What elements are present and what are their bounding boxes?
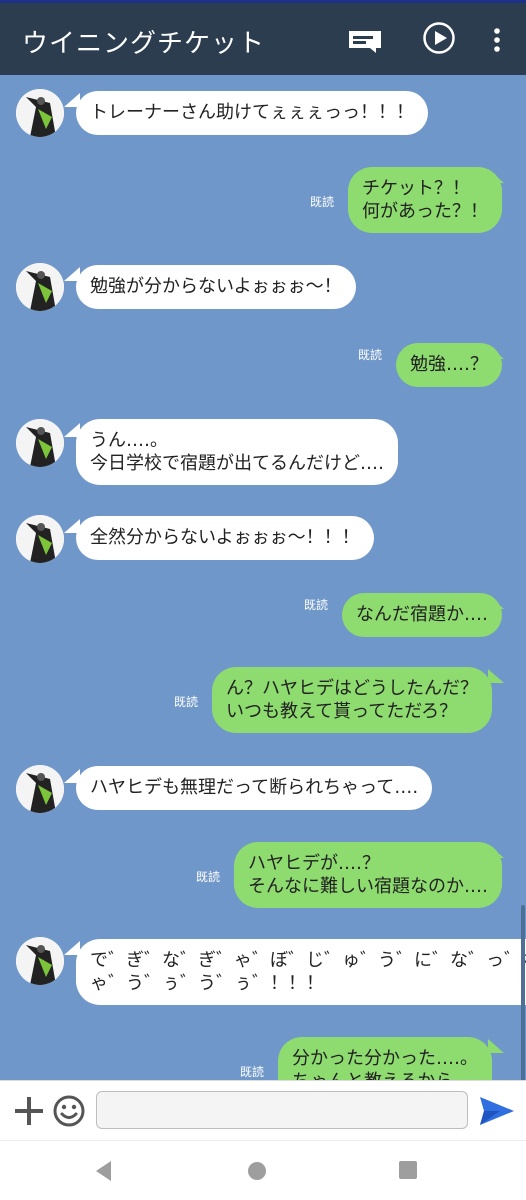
avatar[interactable] xyxy=(16,89,64,137)
avatar[interactable] xyxy=(16,937,64,985)
avatar[interactable] xyxy=(16,515,64,563)
chat-area[interactable]: トレーナーさん助けてぇぇぇっっ！！！ 既読 チケット？！ 何があった？！ 勉強が… xyxy=(0,75,526,1080)
message-bubble-outgoing[interactable]: なんだ宿題か‥‥ xyxy=(342,593,503,637)
scrollbar[interactable] xyxy=(521,905,525,1080)
avatar[interactable] xyxy=(16,419,64,467)
message-bubble-incoming[interactable]: うん‥‥。 今日学校で宿題が出てるんだけど‥‥ xyxy=(76,419,399,485)
read-receipt: 既読 xyxy=(196,870,221,884)
message-input[interactable] xyxy=(96,1091,468,1129)
message-bubble-incoming[interactable]: トレーナーさん助けてぇぇぇっっ！！！ xyxy=(76,91,428,135)
emoji-icon[interactable] xyxy=(52,1094,86,1132)
message-bubble-incoming[interactable]: ハヤヒデも無理だって断られちゃって‥‥ xyxy=(76,766,433,810)
read-receipt: 既読 xyxy=(304,598,329,612)
message-bubble-outgoing[interactable]: ハヤヒデが‥‥？ そんなに難しい宿題なのか‥‥ xyxy=(234,842,503,908)
message-bubble-incoming[interactable]: 全然分からないよぉぉぉ～！！！ xyxy=(76,516,374,560)
system-nav-bar xyxy=(0,1140,526,1200)
play-circle-icon[interactable] xyxy=(422,21,456,59)
message-input-bar xyxy=(0,1080,526,1140)
plus-icon[interactable] xyxy=(12,1094,46,1132)
message-bubble-outgoing[interactable]: 分かった分かった‥‥。 ちゃんと教えるから xyxy=(278,1037,493,1080)
chat-title: ウイニングチケット xyxy=(22,29,266,59)
app-header: ウイニングチケット xyxy=(0,0,526,75)
message-bubble-outgoing[interactable]: チケット？！ 何があった？！ xyxy=(348,167,502,233)
message-bubble-outgoing[interactable]: ん？ハヤヒデはどうしたんだ？ いつも教えて貰ってただろ？ xyxy=(212,667,492,733)
more-vertical-icon[interactable] xyxy=(490,25,504,59)
home-icon[interactable] xyxy=(246,1160,268,1186)
send-icon[interactable] xyxy=(478,1094,516,1132)
read-receipt: 既読 xyxy=(358,348,383,362)
read-receipt: 既読 xyxy=(310,195,335,209)
menu-card-icon[interactable] xyxy=(348,29,382,57)
message-bubble-outgoing[interactable]: 勉強‥‥？ xyxy=(396,343,503,387)
avatar[interactable] xyxy=(16,765,64,813)
message-bubble-incoming[interactable]: 勉強が分からないよぉぉぉ～！ xyxy=(76,265,356,309)
read-receipt: 既読 xyxy=(174,695,199,709)
recents-icon[interactable] xyxy=(398,1160,418,1184)
avatar[interactable] xyxy=(16,263,64,311)
message-bubble-incoming[interactable]: で゛ぎ゛な゛ぎ゛ゃ゛ぼ゛じ゛ゅ゛う゛に゛な゛っ゛ぢ゛ ゃ゛う゛ぅ゛う゛ぅ゛！！！ xyxy=(76,939,526,1005)
read-receipt: 既読 xyxy=(240,1065,265,1079)
back-icon[interactable] xyxy=(93,1159,115,1187)
